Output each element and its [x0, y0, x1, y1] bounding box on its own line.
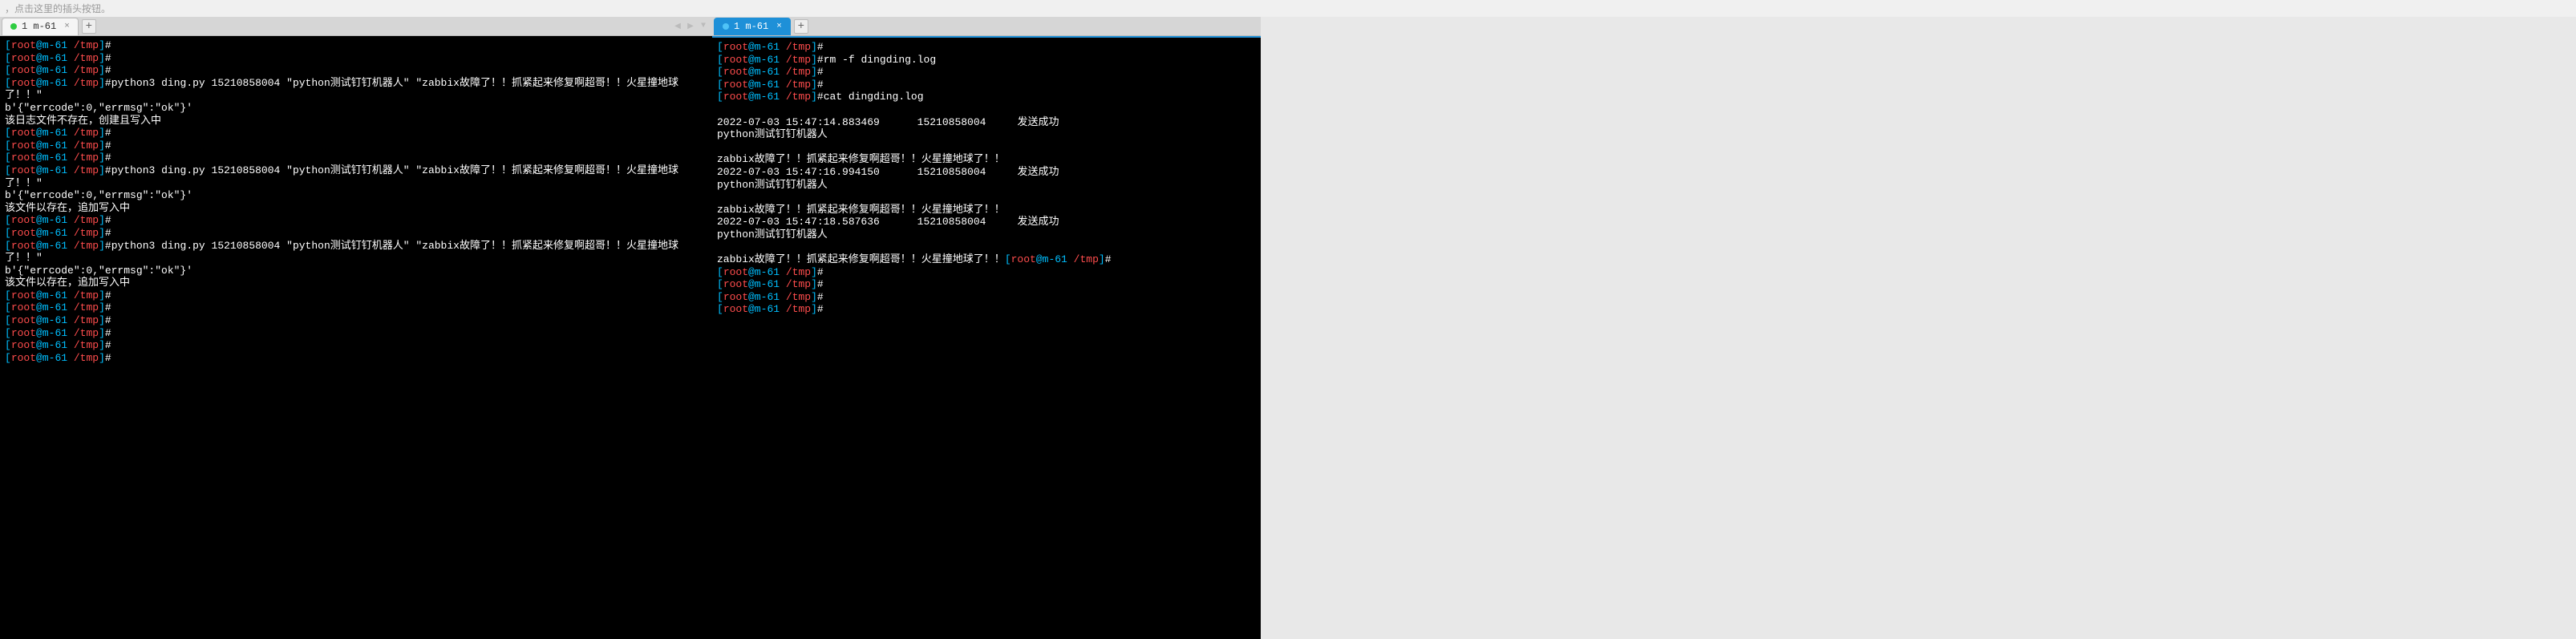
hint-text: ，点击这里的插头按钮。 — [0, 0, 2576, 17]
terminal-line: [root@m-61 /tmp]# — [717, 278, 1256, 291]
tab-right-1[interactable]: 1 m-61 × — [714, 18, 791, 35]
terminal-line: [root@m-61 /tmp]# — [5, 39, 707, 52]
tab-label: 1 m-61 — [22, 21, 56, 32]
tab-left-1[interactable]: 1 m-61 × — [2, 18, 79, 35]
terminal-line — [717, 191, 1256, 204]
nav-next-icon[interactable]: ▶ — [685, 21, 696, 32]
terminal-line: [root@m-61 /tmp]# — [5, 301, 707, 314]
terminal-line: [root@m-61 /tmp]# — [717, 266, 1256, 279]
terminal-line: [root@m-61 /tmp]# — [717, 79, 1256, 91]
terminal-line: b'{"errcode":0,"errmsg":"ok"}' — [5, 102, 707, 115]
close-icon[interactable]: × — [776, 22, 782, 31]
terminal-line: [root@m-61 /tmp]# — [5, 227, 707, 240]
terminal-line — [717, 241, 1256, 254]
terminal-line: b'{"errcode":0,"errmsg":"ok"}' — [5, 265, 707, 277]
terminal-line: [root@m-61 /tmp]# — [5, 127, 707, 140]
pane-right: 1 m-61 × + [root@m-61 /tmp]#[root@m-61 /… — [712, 17, 1261, 639]
terminal-line: [root@m-61 /tmp]# — [717, 291, 1256, 304]
add-tab-button[interactable]: + — [794, 19, 808, 34]
terminal-line: 2022-07-03 15:47:16.994150 15210858004 发… — [717, 166, 1256, 179]
terminal-line: [root@m-61 /tmp]#python3 ding.py 1521085… — [5, 240, 707, 265]
status-dot-icon — [10, 23, 17, 30]
terminal-line: [root@m-61 /tmp]#rm -f dingding.log — [717, 54, 1256, 67]
terminal-line: zabbix故障了！！抓紧起来修复啊超哥！！火星撞地球了！！ — [717, 204, 1256, 216]
terminal-line: python测试钉钉机器人 — [717, 229, 1256, 241]
terminal-line: [root@m-61 /tmp]# — [717, 41, 1256, 54]
terminal-line: [root@m-61 /tmp]# — [5, 152, 707, 164]
terminal-line: python测试钉钉机器人 — [717, 128, 1256, 141]
terminal-line — [717, 103, 1256, 116]
pane-left: 1 m-61 × + ◀ ▶ ▼ [root@m-61 /tmp]#[root@… — [0, 17, 712, 639]
terminal-line: [root@m-61 /tmp]# — [5, 352, 707, 365]
terminal-line: [root@m-61 /tmp]#python3 ding.py 1521085… — [5, 77, 707, 102]
terminal-line: zabbix故障了！！抓紧起来修复啊超哥！！火星撞地球了！！ — [717, 153, 1256, 166]
terminal-line: [root@m-61 /tmp]# — [717, 66, 1256, 79]
terminal-line: [root@m-61 /tmp]# — [5, 289, 707, 302]
nav-arrows: ◀ ▶ ▼ — [672, 21, 712, 32]
close-icon[interactable]: × — [64, 22, 70, 31]
nav-dropdown-icon[interactable]: ▼ — [698, 21, 709, 32]
terminal-line — [717, 141, 1256, 154]
terminal-line: [root@m-61 /tmp]# — [5, 214, 707, 227]
terminal-line: [root@m-61 /tmp]# — [5, 52, 707, 65]
terminal-line: zabbix故障了！！抓紧起来修复啊超哥！！火星撞地球了！！[root@m-61… — [717, 253, 1256, 266]
terminal-right[interactable]: [root@m-61 /tmp]#[root@m-61 /tmp]#rm -f … — [712, 36, 1261, 639]
terminal-line: [root@m-61 /tmp]#cat dingding.log — [717, 91, 1256, 103]
terminal-line: [root@m-61 /tmp]# — [5, 314, 707, 327]
terminal-line: [root@m-61 /tmp]# — [5, 64, 707, 77]
add-tab-button[interactable]: + — [82, 19, 96, 34]
nav-prev-icon[interactable]: ◀ — [672, 21, 683, 32]
terminal-line: [root@m-61 /tmp]# — [5, 339, 707, 352]
terminal-line: [root@m-61 /tmp]# — [5, 327, 707, 340]
terminal-line: [root@m-61 /tmp]# — [717, 303, 1256, 316]
terminal-line: 2022-07-03 15:47:14.883469 15210858004 发… — [717, 116, 1256, 129]
tabbar-right: 1 m-61 × + — [712, 17, 1261, 36]
terminal-line: b'{"errcode":0,"errmsg":"ok"}' — [5, 189, 707, 202]
terminal-line: 该文件以存在，追加写入中 — [5, 202, 707, 215]
status-dot-icon — [723, 23, 729, 30]
split-container: 1 m-61 × + ◀ ▶ ▼ [root@m-61 /tmp]#[root@… — [0, 17, 2576, 639]
terminal-line: [root@m-61 /tmp]# — [5, 140, 707, 152]
tabbar-left: 1 m-61 × + ◀ ▶ ▼ — [0, 17, 712, 36]
terminal-line: 2022-07-03 15:47:18.587636 15210858004 发… — [717, 216, 1256, 229]
tab-label: 1 m-61 — [734, 21, 768, 32]
terminal-line: python测试钉钉机器人 — [717, 179, 1256, 192]
terminal-line: 该文件以存在，追加写入中 — [5, 277, 707, 289]
terminal-line: [root@m-61 /tmp]#python3 ding.py 1521085… — [5, 164, 707, 189]
terminal-line: 该日志文件不存在，创建且写入中 — [5, 115, 707, 127]
terminal-left[interactable]: [root@m-61 /tmp]#[root@m-61 /tmp]#[root@… — [0, 36, 712, 639]
